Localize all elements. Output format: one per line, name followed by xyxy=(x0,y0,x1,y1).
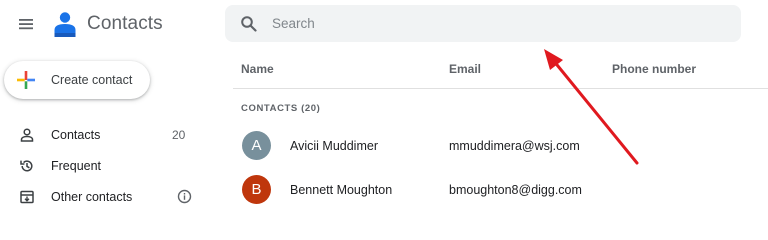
header-divider xyxy=(233,88,768,89)
main-menu-button[interactable] xyxy=(17,14,37,34)
create-contact-label: Create contact xyxy=(51,73,133,87)
hamburger-menu-icon xyxy=(19,19,33,30)
column-header-name[interactable]: Name xyxy=(241,62,274,76)
column-header-phone[interactable]: Phone number xyxy=(612,62,696,76)
search-icon[interactable] xyxy=(240,15,258,33)
sidebar-item-frequent[interactable]: Frequent xyxy=(0,151,200,181)
sidebar-item-other-contacts[interactable]: Other contacts xyxy=(0,182,200,212)
sidebar-item-contacts[interactable]: Contacts 20 xyxy=(0,120,200,150)
history-icon xyxy=(20,160,33,172)
contacts-logo[interactable] xyxy=(52,10,78,38)
person-outline-icon xyxy=(20,128,34,142)
contacts-person-logo-icon xyxy=(54,12,76,37)
table-row[interactable]: B Bennett Moughton bmoughton8@digg.com xyxy=(233,170,768,210)
contacts-count: 20 xyxy=(172,128,186,142)
avatar: B xyxy=(242,175,271,204)
search-bar[interactable] xyxy=(225,5,741,42)
sidebar-item-label: Contacts xyxy=(51,128,101,142)
column-header-email[interactable]: Email xyxy=(449,62,481,76)
archive-box-icon xyxy=(20,190,34,204)
contact-email: mmuddimera@wsj.com xyxy=(449,139,580,153)
avatar: A xyxy=(242,131,271,160)
create-contact-button[interactable]: Create contact xyxy=(4,61,150,99)
sidebar-item-label: Frequent xyxy=(51,159,102,173)
table-row[interactable]: A Avicii Muddimer mmuddimera@wsj.com xyxy=(233,126,768,166)
multicolor-plus-icon xyxy=(17,71,35,89)
app-title: Contacts xyxy=(87,13,163,34)
search-input[interactable] xyxy=(272,5,722,42)
sidebar-item-label: Other contacts xyxy=(51,190,133,204)
section-label: CONTACTS (20) xyxy=(241,103,321,114)
contact-email: bmoughton8@digg.com xyxy=(449,183,582,197)
info-icon[interactable] xyxy=(177,189,192,204)
contact-name: Avicii Muddimer xyxy=(290,139,378,153)
contact-name: Bennett Moughton xyxy=(290,183,393,197)
